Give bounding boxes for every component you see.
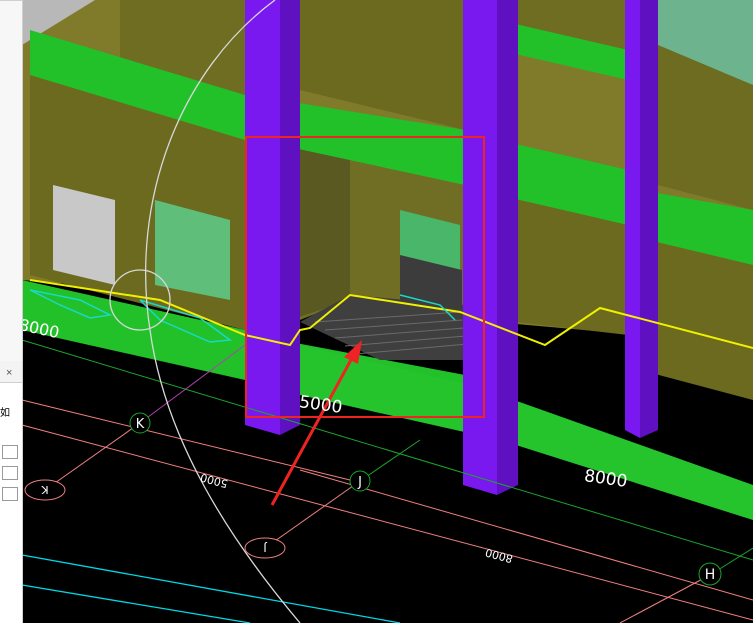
axis-bubble-K: K: [129, 412, 151, 434]
axis-bubble-H: H: [698, 562, 722, 586]
svg-text:K: K: [136, 417, 145, 432]
axis-bubble-J: J: [349, 470, 371, 492]
property-panel-edge[interactable]: × 如: [0, 0, 23, 623]
window-opening-left: [53, 185, 115, 285]
svg-text:H: H: [705, 567, 716, 583]
panel-field-3[interactable]: [2, 487, 18, 501]
3d-viewport[interactable]: K J H K J 5000 8000 8000 5000 8000: [0, 0, 753, 623]
svg-text:K: K: [41, 483, 49, 496]
panel-field-1[interactable]: [2, 445, 18, 459]
column-3: [625, 0, 640, 438]
column-1-side: [280, 0, 300, 435]
axis-bubble-J-flipped: J: [244, 537, 286, 559]
column-1: [245, 0, 280, 435]
panel-close-icon[interactable]: ×: [6, 367, 12, 379]
panel-fragment-label: 如: [0, 408, 10, 419]
column-2: [463, 0, 497, 495]
svg-text:J: J: [263, 541, 267, 554]
column-3-side: [640, 0, 658, 438]
panel-field-2[interactable]: [2, 466, 18, 480]
panel-upper: [0, 0, 22, 361]
column-2-side: [497, 0, 518, 495]
axis-bubble-K-flipped: K: [24, 479, 66, 501]
svg-text:J: J: [357, 475, 362, 490]
